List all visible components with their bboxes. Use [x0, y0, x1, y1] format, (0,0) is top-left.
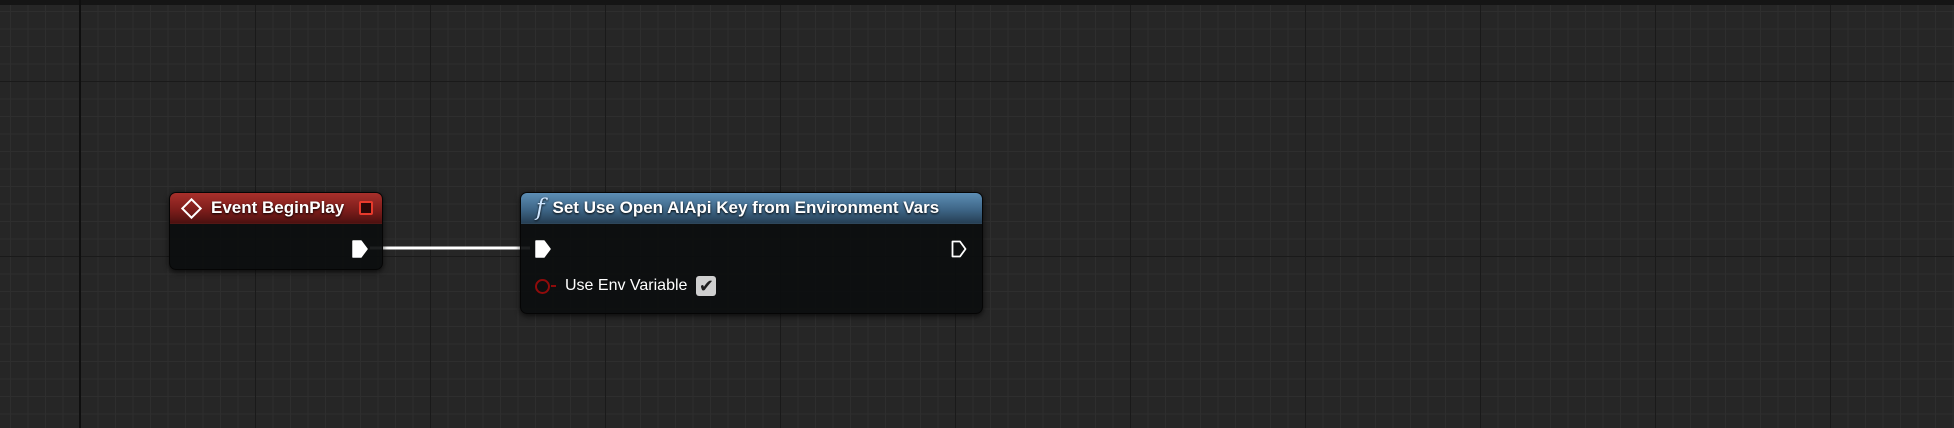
function-node-title: Set Use Open AIApi Key from Environment … [552, 198, 940, 217]
event-beginplay-node[interactable]: Event BeginPlay [169, 192, 383, 270]
set-use-openai-api-key-node[interactable]: f Set Use Open AIApi Key from Environmen… [520, 192, 983, 314]
exec-output-pin[interactable] [951, 240, 967, 258]
function-icon: f [536, 194, 545, 221]
graph-top-edge [0, 0, 1954, 5]
exec-output-pin[interactable] [352, 240, 368, 258]
exec-input-pin[interactable] [535, 240, 551, 258]
param-label: Use Env Variable [565, 277, 688, 294]
delegate-output-pin[interactable] [359, 201, 373, 215]
use-env-variable-checkbox[interactable]: ✔ [696, 276, 717, 296]
event-node-header[interactable]: Event BeginPlay [170, 193, 382, 224]
function-node-header[interactable]: f Set Use Open AIApi Key from Environmen… [521, 193, 982, 224]
event-diamond-icon [180, 197, 203, 219]
event-node-title: Event BeginPlay [211, 198, 345, 217]
param-row-use-env-variable: Use Env Variable ✔ [535, 276, 717, 296]
checkmark-icon: ✔ [698, 276, 714, 296]
graph-origin-axis [79, 0, 81, 428]
bool-pin-arrow [551, 285, 556, 287]
blueprint-graph-canvas[interactable]: Event BeginPlay f Set Use Open AIApi Key… [0, 0, 1954, 428]
bool-input-pin[interactable] [535, 278, 550, 294]
